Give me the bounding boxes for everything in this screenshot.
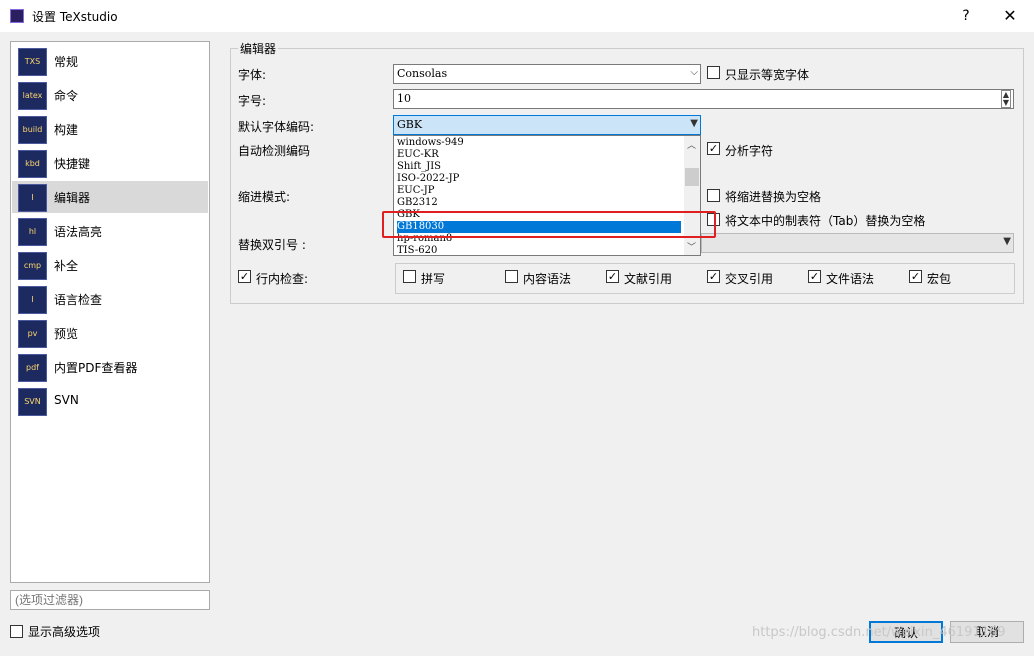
inline-checks-panel <box>395 263 1015 294</box>
inline-check-checkbox[interactable] <box>403 270 416 283</box>
inline-check-checkbox[interactable]: ✓ <box>808 270 821 283</box>
category-label: 构建 <box>54 123 79 137</box>
inline-check-label: 交叉引用 <box>725 272 774 286</box>
inline-check-checkbox[interactable]: ✓ <box>238 270 251 283</box>
encoding-option[interactable]: GB2312 <box>397 197 681 209</box>
encoding-value: GBK <box>397 118 423 131</box>
category-label: 预览 <box>54 327 79 341</box>
app-icon <box>10 9 24 23</box>
size-label: 字号: <box>238 94 267 108</box>
category-icon: build <box>18 116 47 144</box>
encoding-option[interactable]: EUC-KR <box>397 149 681 161</box>
encoding-combo[interactable]: GBK ▼ <box>393 115 701 135</box>
category-label: 命令 <box>54 89 79 103</box>
inline-check-label: 行内检查: <box>256 272 309 286</box>
window-title: 设置 TeXstudio <box>32 10 118 24</box>
tab-to-space-checkbox[interactable] <box>707 189 720 202</box>
dropdown-arrow-icon: ▼ <box>690 118 698 129</box>
category-item[interactable]: cmp 补全 <box>12 249 208 281</box>
category-item[interactable]: latex 命令 <box>12 79 208 111</box>
close-button[interactable]: ✕ <box>988 4 1032 28</box>
category-icon: I <box>18 286 47 314</box>
size-value: 10 <box>397 92 411 105</box>
spin-arrows-icon[interactable]: ▲ ▼ <box>1000 90 1011 108</box>
font-value: Consolas <box>397 67 448 80</box>
category-item[interactable]: kbd 快捷键 <box>12 147 208 179</box>
title-bar: 设置 TeXstudio ? ✕ <box>0 0 1034 32</box>
chevron-down-icon: ⌵ <box>690 67 698 78</box>
category-label: SVN <box>54 393 79 407</box>
help-button[interactable]: ? <box>946 4 986 28</box>
quotes-combo[interactable]: ▼ <box>701 233 1014 253</box>
inline-check-label: 拼写 <box>421 272 446 286</box>
mono-only-label: 只显示等宽字体 <box>725 68 810 82</box>
category-item[interactable]: pdf 内置PDF查看器 <box>12 351 208 383</box>
encoding-option[interactable]: EUC-JP <box>397 185 681 197</box>
category-label: 内置PDF查看器 <box>54 361 138 375</box>
category-label: 补全 <box>54 259 79 273</box>
scroll-down-icon[interactable]: ﹀ <box>687 240 696 253</box>
category-icon: pdf <box>18 354 47 382</box>
inline-check-label: 内容语法 <box>523 272 572 286</box>
inline-check-checkbox[interactable]: ✓ <box>909 270 922 283</box>
category-icon: hl <box>18 218 47 246</box>
quotes-label: 替换双引号 : <box>238 238 306 252</box>
category-label: 常规 <box>54 55 79 69</box>
encoding-option[interactable]: ISO-2022-JP <box>397 173 681 185</box>
inline-check-label: 文献引用 <box>624 272 673 286</box>
category-icon: pv <box>18 320 47 348</box>
category-label: 语言检查 <box>54 293 103 307</box>
advanced-options-label: 显示高级选项 <box>28 625 101 639</box>
highlight-annotation-box <box>382 211 716 238</box>
category-item[interactable]: TXS 常规 <box>12 45 208 77</box>
encoding-option[interactable]: windows-949 <box>397 137 681 149</box>
category-icon: kbd <box>18 150 47 178</box>
scroll-up-icon[interactable]: ︿ <box>687 138 696 151</box>
category-item[interactable]: pv 预览 <box>12 317 208 349</box>
category-item[interactable]: build 构建 <box>12 113 208 145</box>
encoding-option[interactable]: Shift_JIS <box>397 161 681 173</box>
category-icon: TXS <box>18 48 47 76</box>
scrollbar-thumb[interactable] <box>685 168 699 186</box>
category-icon: latex <box>18 82 47 110</box>
option-filter-input[interactable] <box>10 590 210 610</box>
inline-check-checkbox[interactable]: ✓ <box>606 270 619 283</box>
category-item[interactable]: hl 语法高亮 <box>12 215 208 247</box>
analyze-label: 分析字符 <box>725 144 774 158</box>
font-combo[interactable]: Consolas ⌵ <box>393 64 701 84</box>
category-icon: I <box>18 184 47 212</box>
tab-to-space-label: 将缩进替换为空格 <box>725 190 822 204</box>
category-item[interactable]: I 语言检查 <box>12 283 208 315</box>
inline-check-label: 文件语法 <box>826 272 875 286</box>
encoding-label: 默认字体编码: <box>238 120 315 134</box>
analyze-checkbox[interactable]: ✓ <box>707 142 720 155</box>
size-spinbox[interactable]: 10 ▲ ▼ <box>393 89 1014 109</box>
category-list: TXS 常规 latex 命令 build 构建 kbd 快捷键 I 编辑器 hl 语法高亮 cmp 补全… <box>10 41 210 583</box>
dropdown-arrow-icon: ▼ <box>1003 236 1011 247</box>
category-label: 语法高亮 <box>54 225 103 239</box>
advanced-options-checkbox[interactable] <box>10 625 23 638</box>
category-icon: cmp <box>18 252 47 280</box>
indent-label: 缩进模式: <box>238 190 291 204</box>
watermark: https://blog.csdn.net/weixin_46191169 <box>752 625 1006 640</box>
group-title: 编辑器 <box>238 40 279 57</box>
category-label: 快捷键 <box>54 157 91 171</box>
inline-check-checkbox[interactable]: ✓ <box>707 270 720 283</box>
category-label: 编辑器 <box>54 191 91 205</box>
replace-tab-label: 将文本中的制表符（Tab）替换为空格 <box>725 214 926 228</box>
category-item[interactable]: I 编辑器 <box>12 181 208 213</box>
autodetect-label: 自动检测编码 <box>238 144 311 158</box>
inline-check-checkbox[interactable] <box>505 270 518 283</box>
mono-only-checkbox[interactable] <box>707 66 720 79</box>
font-label: 字体: <box>238 68 267 82</box>
category-item[interactable]: SVN SVN <box>12 385 208 417</box>
category-icon: SVN <box>18 388 47 416</box>
encoding-option[interactable]: TIS-620 <box>397 245 681 257</box>
inline-check-label: 宏包 <box>927 272 952 286</box>
